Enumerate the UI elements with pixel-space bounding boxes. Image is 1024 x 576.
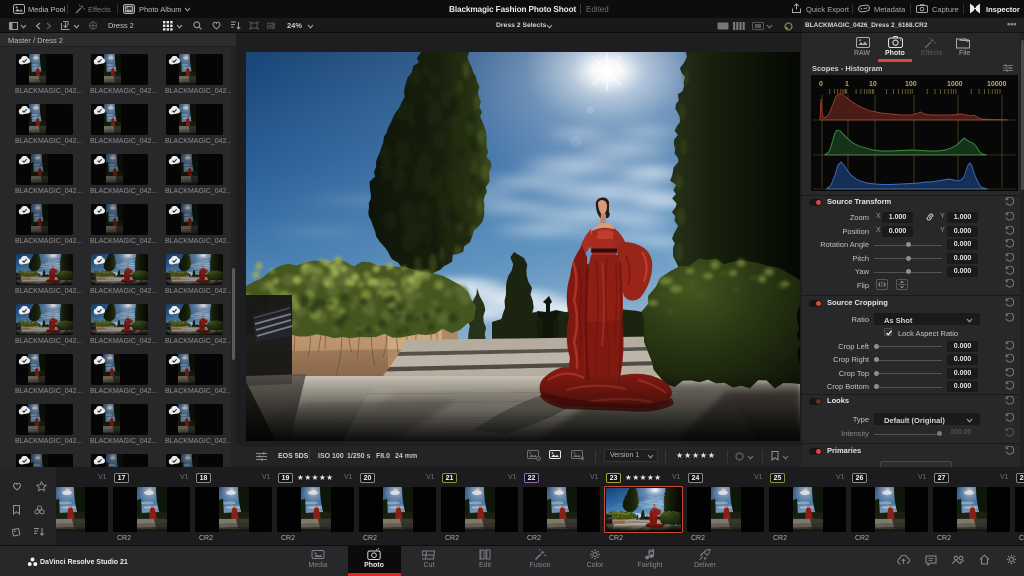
- svg-text:100: 100: [905, 81, 917, 88]
- svg-text:1: 1: [845, 81, 849, 88]
- svg-text:10000: 10000: [987, 81, 1007, 88]
- svg-text:10: 10: [869, 81, 877, 88]
- svg-text:1000: 1000: [947, 81, 963, 88]
- svg-text:0: 0: [819, 81, 823, 88]
